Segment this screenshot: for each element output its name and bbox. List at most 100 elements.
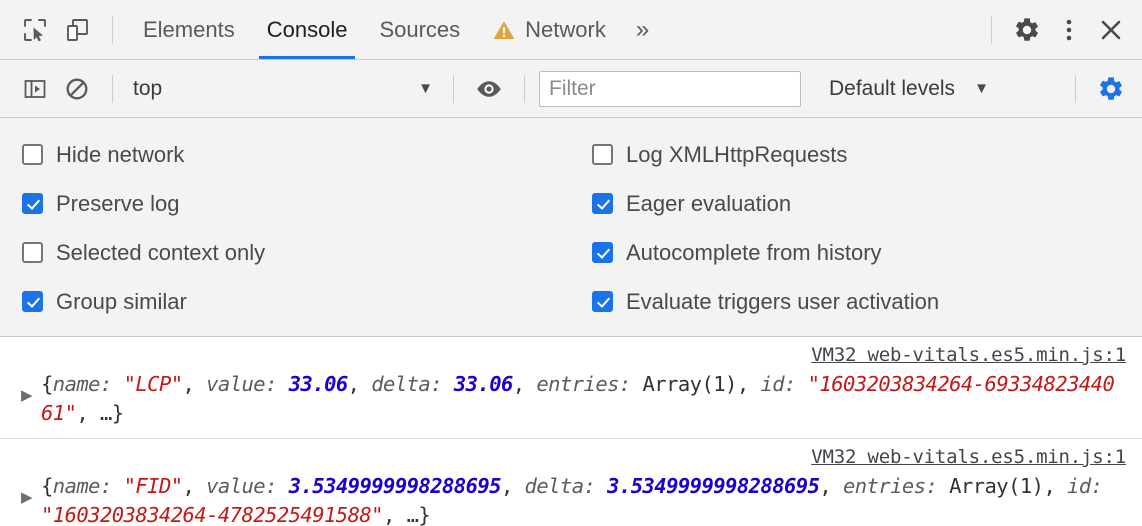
checkbox-checked-icon[interactable] xyxy=(592,193,613,214)
setting-checkbox-label: Selected context only xyxy=(56,240,265,266)
console-token-key: id xyxy=(760,372,784,396)
setting-checkbox-row[interactable]: Hide network xyxy=(0,142,580,168)
console-token-punc: , xyxy=(501,474,525,498)
console-message-body: ▶{name: "FID", value: 3.5349999998288695… xyxy=(10,472,1132,526)
tab-sources[interactable]: Sources xyxy=(363,1,476,59)
devtools-tab-bar: Elements Console Sources Network » xyxy=(0,0,1142,60)
filter-input[interactable] xyxy=(539,71,801,107)
device-toolbar-icon[interactable] xyxy=(56,9,98,51)
console-token-punc: , xyxy=(183,474,207,498)
tab-network[interactable]: Network xyxy=(476,1,622,59)
console-token-punc: , xyxy=(383,503,407,526)
console-token-punc: , xyxy=(76,401,100,425)
execution-context-selector[interactable]: top ▼ xyxy=(127,72,439,106)
console-message: VM32 web-vitals.es5.min.js:1▶{name: "LCP… xyxy=(0,337,1142,439)
console-token-key: : xyxy=(430,372,454,396)
console-toolbar-divider-1 xyxy=(112,75,113,103)
console-token-str: "LCP" xyxy=(124,372,183,396)
setting-checkbox-row[interactable]: Selected context only xyxy=(0,240,580,266)
close-icon[interactable] xyxy=(1090,9,1132,51)
console-toolbar-divider-4 xyxy=(1075,75,1076,103)
tab-elements[interactable]: Elements xyxy=(127,1,251,59)
console-token-punc: , xyxy=(348,372,372,396)
setting-checkbox-label: Autocomplete from history xyxy=(626,240,882,266)
devtools-window: Elements Console Sources Network » xyxy=(0,0,1142,526)
console-token-key: : xyxy=(584,474,608,498)
more-tabs-button[interactable]: » xyxy=(622,1,663,59)
console-token-punc: , xyxy=(183,372,207,396)
console-token-punc: { xyxy=(41,474,53,498)
console-token-str: "1603203834264-4782525491588" xyxy=(41,503,383,526)
checkbox-unchecked-icon[interactable] xyxy=(592,144,613,165)
console-message-body: ▶{name: "LCP", value: 33.06, delta: 33.0… xyxy=(10,370,1132,429)
inspect-element-icon[interactable] xyxy=(14,9,56,51)
execution-context-value: top xyxy=(133,77,408,101)
console-token-num: 33.06 xyxy=(289,372,348,396)
console-token-punc: { xyxy=(41,372,53,396)
console-message-text[interactable]: {name: "LCP", value: 33.06, delta: 33.06… xyxy=(41,370,1132,429)
console-token-key: name xyxy=(53,372,100,396)
console-token-key: : xyxy=(784,372,808,396)
console-token-key: entries xyxy=(843,474,926,498)
checkbox-unchecked-icon[interactable] xyxy=(22,144,43,165)
console-message-list: VM32 web-vitals.es5.min.js:1▶{name: "LCP… xyxy=(0,337,1142,526)
console-token-key: id xyxy=(1067,474,1091,498)
setting-checkbox-label: Group similar xyxy=(56,289,187,315)
gear-icon[interactable] xyxy=(1006,9,1048,51)
console-toolbar-divider-2 xyxy=(453,75,454,103)
chevron-down-icon: ▼ xyxy=(418,80,433,97)
setting-checkbox-row[interactable]: Preserve log xyxy=(0,191,580,217)
console-message-source-link[interactable]: VM32 web-vitals.es5.min.js:1 xyxy=(10,445,1132,471)
warning-triangle-icon xyxy=(492,18,516,42)
console-token-key: : xyxy=(1091,474,1103,498)
tab-console[interactable]: Console xyxy=(251,1,364,59)
console-settings-gear-icon[interactable] xyxy=(1090,68,1132,110)
tab-network-label: Network xyxy=(525,1,606,59)
clear-console-icon[interactable] xyxy=(56,68,98,110)
disclosure-triangle-icon[interactable]: ▶ xyxy=(10,472,41,505)
console-token-key: delta xyxy=(525,474,584,498)
console-token-key: : xyxy=(100,372,124,396)
live-expression-eye-icon[interactable] xyxy=(468,68,510,110)
console-token-punc: …} xyxy=(100,401,124,425)
setting-checkbox-row[interactable]: Evaluate triggers user activation xyxy=(580,289,1142,315)
kebab-menu-icon[interactable] xyxy=(1048,9,1090,51)
setting-checkbox-row[interactable]: Log XMLHttpRequests xyxy=(580,142,1142,168)
disclosure-triangle-icon[interactable]: ▶ xyxy=(10,370,41,403)
console-token-punc: , xyxy=(513,372,537,396)
toolbar-divider xyxy=(112,16,113,44)
console-token-str: "FID" xyxy=(124,474,183,498)
toolbar-divider-right xyxy=(991,16,992,44)
console-sidebar-icon[interactable] xyxy=(14,68,56,110)
chevron-down-icon: ▼ xyxy=(974,80,989,97)
console-token-punc: , xyxy=(819,474,843,498)
console-token-key: : xyxy=(265,474,289,498)
setting-checkbox-label: Preserve log xyxy=(56,191,180,217)
console-message-text[interactable]: {name: "FID", value: 3.5349999998288695,… xyxy=(41,472,1132,526)
console-token-key: : xyxy=(926,474,950,498)
setting-checkbox-row[interactable]: Group similar xyxy=(0,289,580,315)
setting-checkbox-label: Evaluate triggers user activation xyxy=(626,289,939,315)
setting-checkbox-label: Log XMLHttpRequests xyxy=(626,142,847,168)
console-token-key: : xyxy=(619,372,643,396)
console-token-key: delta xyxy=(371,372,430,396)
console-token-obj: Array(1) xyxy=(643,372,737,396)
checkbox-checked-icon[interactable] xyxy=(22,193,43,214)
console-token-punc: , xyxy=(1043,474,1067,498)
setting-checkbox-row[interactable]: Autocomplete from history xyxy=(580,240,1142,266)
console-settings-pane: Hide network Log XMLHttpRequests Preserve … xyxy=(0,118,1142,337)
checkbox-checked-icon[interactable] xyxy=(22,291,43,312)
setting-checkbox-label: Hide network xyxy=(56,142,184,168)
console-token-key: : xyxy=(100,474,124,498)
console-token-key: value xyxy=(206,474,265,498)
console-token-punc: …} xyxy=(407,503,431,526)
checkbox-unchecked-icon[interactable] xyxy=(22,242,43,263)
checkbox-checked-icon[interactable] xyxy=(592,291,613,312)
console-message-source-link[interactable]: VM32 web-vitals.es5.min.js:1 xyxy=(10,343,1132,369)
checkbox-checked-icon[interactable] xyxy=(592,242,613,263)
log-levels-dropdown[interactable]: Default levels ▼ xyxy=(819,77,999,101)
console-token-key: : xyxy=(265,372,289,396)
setting-checkbox-row[interactable]: Eager evaluation xyxy=(580,191,1142,217)
setting-checkbox-label: Eager evaluation xyxy=(626,191,791,217)
console-toolbar: top ▼ Default levels ▼ xyxy=(0,60,1142,118)
